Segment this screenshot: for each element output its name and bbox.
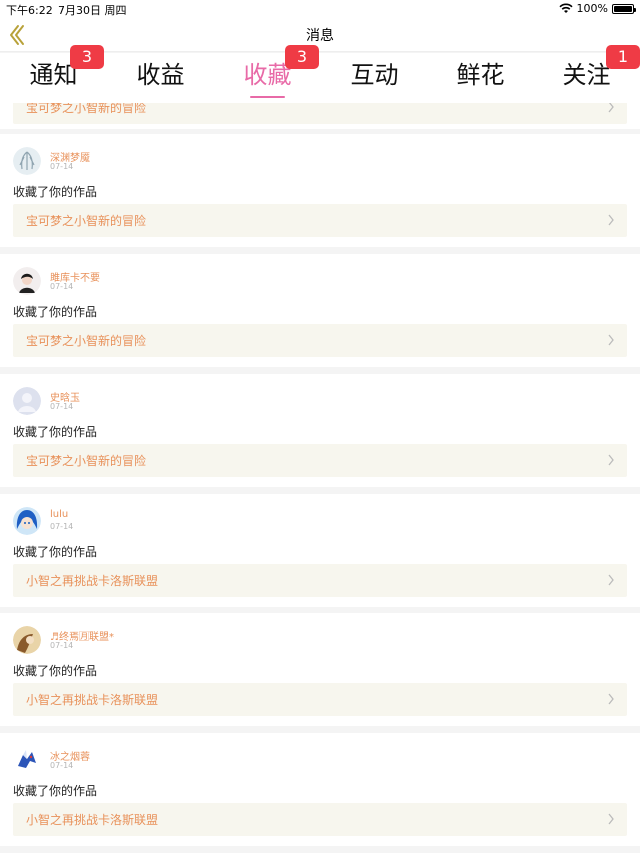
status-time: 下午6:22	[6, 4, 53, 17]
default-avatar-icon	[13, 387, 41, 415]
work-link[interactable]: 宝可梦之小智新的冒险	[13, 204, 627, 237]
work-link[interactable]: 宝可梦之小智新的冒险	[13, 103, 627, 124]
action-text: 收藏了你的作品	[13, 185, 98, 199]
active-tab-underline	[250, 96, 285, 98]
work-title: 宝可梦之小智新的冒险	[26, 454, 147, 468]
action-text: 收藏了你的作品	[13, 664, 98, 678]
work-link[interactable]: 宝可梦之小智新的冒险	[13, 324, 627, 357]
list-item: 雎库卡不要 07-14 收藏了你的作品 宝可梦之小智新的冒险	[0, 254, 640, 367]
item-date: 07-14	[50, 162, 74, 171]
work-link[interactable]: 小智之再挑战卡洛斯联盟	[13, 683, 627, 716]
item-date: 07-14	[50, 282, 74, 291]
list-item: lulu 07-14 收藏了你的作品 小智之再挑战卡洛斯联盟	[0, 494, 640, 607]
username[interactable]: lulu	[50, 509, 68, 520]
work-title: 宝可梦之小智新的冒险	[26, 103, 147, 115]
item-date: 07-14	[50, 641, 74, 650]
avatar[interactable]	[13, 267, 41, 295]
tab-notifications[interactable]: 通知 3	[0, 45, 107, 103]
list-item: 冰之烟蓉 07-14 收藏了你的作品 小智之再挑战卡洛斯联盟	[0, 733, 640, 846]
favorites-feed[interactable]: 宝可梦之小智新的冒险 深渊梦魇 07-14 收藏了你的作品 宝可梦之小智新的冒险	[0, 103, 640, 853]
item-date: 07-14	[50, 402, 74, 411]
tab-bar: 通知 3 收益 收藏 3 互动 鲜花 关注 1	[0, 45, 640, 103]
blue-hair-avatar-icon	[13, 507, 41, 535]
page-title: 消息	[306, 28, 334, 44]
ghost-avatar-icon	[13, 147, 41, 175]
work-link[interactable]: 宝可梦之小智新的冒险	[13, 444, 627, 477]
chevron-right-icon	[608, 103, 614, 113]
chevron-right-icon	[608, 574, 614, 586]
list-item: 深渊梦魇 07-14 收藏了你的作品 宝可梦之小智新的冒险	[0, 134, 640, 247]
dark-hair-avatar-icon	[13, 267, 41, 295]
tab-interactions[interactable]: 互动	[321, 53, 428, 103]
item-date: 07-14	[50, 522, 74, 531]
work-link[interactable]: 小智之再挑战卡洛斯联盟	[13, 803, 627, 836]
wifi-icon	[558, 3, 573, 13]
list-item: 宝可梦之小智新的冒险	[0, 103, 640, 129]
tab-earnings[interactable]: 收益	[107, 53, 214, 103]
work-title: 宝可梦之小智新的冒险	[26, 214, 147, 228]
tab-label: 关注	[562, 61, 611, 89]
work-title: 小智之再挑战卡洛斯联盟	[26, 693, 159, 707]
action-text: 收藏了你的作品	[13, 545, 98, 559]
tab-following[interactable]: 关注 1	[533, 45, 640, 103]
chevron-right-icon	[608, 334, 614, 346]
avatar[interactable]	[13, 626, 41, 654]
tab-badge: 3	[285, 45, 319, 69]
chevron-right-icon	[608, 214, 614, 226]
battery-icon	[612, 3, 636, 14]
chevron-right-icon	[608, 454, 614, 466]
status-right: 100%	[558, 2, 636, 15]
dragon-avatar-icon	[13, 746, 41, 774]
action-text: 收藏了你的作品	[13, 784, 98, 798]
tab-badge: 1	[606, 45, 640, 69]
status-date: 7月30日 周四	[58, 4, 127, 17]
work-title: 小智之再挑战卡洛斯联盟	[26, 813, 159, 827]
tab-label: 收益	[136, 61, 185, 89]
tab-label: 互动	[350, 61, 399, 89]
tab-favorites[interactable]: 收藏 3	[214, 45, 321, 103]
list-item: 史晗玉 07-14 收藏了你的作品 宝可梦之小智新的冒险	[0, 374, 640, 487]
chevron-right-icon	[608, 813, 614, 825]
avatar[interactable]	[13, 147, 41, 175]
item-date: 07-14	[50, 761, 74, 770]
work-title: 小智之再挑战卡洛斯联盟	[26, 574, 159, 588]
work-title: 宝可梦之小智新的冒险	[26, 334, 147, 348]
avatar[interactable]	[13, 746, 41, 774]
battery-percent: 100%	[576, 2, 608, 15]
avatar[interactable]	[13, 507, 41, 535]
list-item: ♬终焉🈷联盟* 07-14 收藏了你的作品 小智之再挑战卡洛斯联盟	[0, 613, 640, 726]
work-link[interactable]: 小智之再挑战卡洛斯联盟	[13, 564, 627, 597]
tab-badge: 3	[70, 45, 104, 69]
action-text: 收藏了你的作品	[13, 305, 98, 319]
brown-avatar-icon	[13, 626, 41, 654]
chevron-right-icon	[608, 693, 614, 705]
avatar[interactable]	[13, 387, 41, 415]
status-bar: 下午6:22 7月30日 周四 100%	[0, 0, 640, 18]
tab-label: 鲜花	[456, 61, 505, 89]
action-text: 收藏了你的作品	[13, 425, 98, 439]
tab-flowers[interactable]: 鲜花	[427, 53, 534, 103]
